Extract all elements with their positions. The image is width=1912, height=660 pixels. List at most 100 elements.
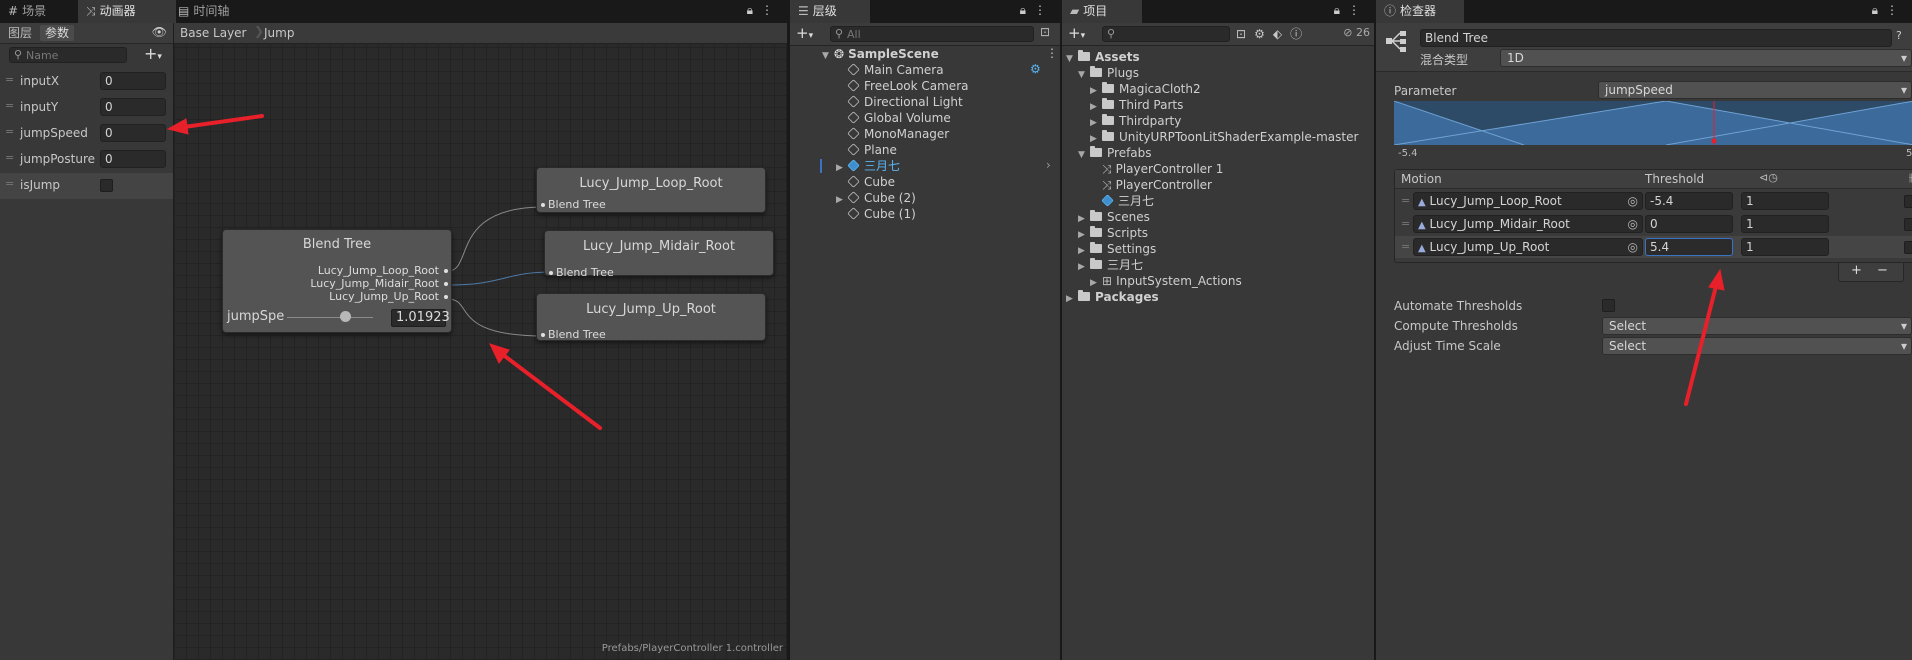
object-picker-icon[interactable]: ◎ (1628, 193, 1638, 209)
more-icon[interactable]: ⋮ (1348, 3, 1368, 17)
object-picker-icon[interactable]: ◎ (1628, 239, 1638, 255)
eye-icon[interactable]: 👁︎ (152, 25, 167, 39)
project-folder[interactable]: ▶ Third Parts (1090, 97, 1183, 113)
lock-icon[interactable]: 🔒︎ (1020, 3, 1034, 17)
blend-graph[interactable] (1394, 101, 1912, 145)
project-folder[interactable]: ▶ Packages (1066, 289, 1159, 305)
motion-object-field[interactable]: ▲ Lucy_Jump_Midair_Root ◎ (1413, 215, 1643, 233)
object-picker-icon[interactable]: ◎ (1628, 216, 1638, 232)
project-search-input[interactable] (1102, 26, 1230, 42)
project-folder[interactable]: ▶ Thirdparty (1090, 113, 1181, 129)
motion-node[interactable]: Lucy_Jump_Midair_Root Blend Tree (544, 230, 774, 279)
project-asset[interactable]: ⤨ PlayerController 1 (1102, 161, 1223, 177)
port-dot[interactable] (541, 333, 545, 337)
threshold-field[interactable]: -5.4 (1645, 192, 1733, 210)
add-parameter-button[interactable]: +▾ (144, 44, 162, 63)
remove-motion-button[interactable]: − (1877, 263, 1888, 278)
port-dot[interactable] (444, 282, 448, 286)
tab-inspector[interactable]: ⓘ 检查器 (1376, 0, 1464, 23)
search-options-icon[interactable]: ⊡ (1040, 25, 1050, 39)
drag-handle-icon[interactable]: = (5, 125, 14, 138)
tab-scene[interactable]: # 场景 (0, 0, 80, 23)
node-param-value[interactable]: 1.01923 (391, 309, 450, 327)
port-dot[interactable] (444, 295, 448, 299)
hierarchy-item[interactable]: FreeLook Camera (847, 78, 968, 94)
tab-hierarchy[interactable]: ☰ 层级 (790, 0, 870, 23)
drag-handle-icon[interactable]: = (1401, 240, 1410, 253)
project-folder[interactable]: ▼ Prefabs (1078, 145, 1152, 161)
object-name-field[interactable]: Blend Tree (1420, 29, 1892, 47)
time-scale-field[interactable]: 1 (1741, 192, 1829, 210)
port-dot[interactable] (549, 271, 553, 275)
drag-handle-icon[interactable]: = (5, 151, 14, 164)
threshold-field[interactable]: 0 (1645, 215, 1733, 233)
slider-handle[interactable] (340, 311, 351, 322)
project-folder[interactable]: ▼ Plugs (1078, 65, 1139, 81)
time-scale-field[interactable]: 1 (1741, 238, 1829, 256)
hierarchy-item[interactable]: Main Camera (847, 62, 944, 78)
project-asset[interactable]: ⤨ PlayerController (1102, 177, 1212, 193)
subtab-layers[interactable]: 图层 (4, 23, 36, 43)
project-folder[interactable]: ▶ MagicaCloth2 (1090, 81, 1201, 97)
parameter-value-field[interactable]: 0 (100, 98, 166, 116)
hierarchy-item[interactable]: Directional Light (847, 94, 963, 110)
more-icon[interactable]: ⋮ (1034, 3, 1054, 17)
parameter-value-field[interactable]: 0 (100, 72, 166, 90)
drag-handle-icon[interactable]: = (5, 73, 14, 86)
project-folder[interactable]: ▶ 三月七 (1078, 257, 1143, 273)
scene-row[interactable]: ▼ ❂ SampleScene (822, 46, 939, 62)
create-button[interactable]: +▾ (1068, 24, 1085, 42)
project-folder[interactable]: ▶ Scenes (1078, 209, 1150, 225)
hierarchy-item[interactable]: Plane (847, 142, 897, 158)
parameter-value-field[interactable]: 0 (100, 150, 166, 168)
parameter-bool-checkbox[interactable] (100, 179, 113, 192)
hierarchy-item[interactable]: Cube (1) (847, 206, 916, 222)
info-icon[interactable]: ⓘ (1290, 27, 1310, 41)
parameter-search-input[interactable]: Name (9, 47, 127, 63)
drag-handle-icon[interactable]: = (5, 177, 14, 190)
lock-icon[interactable]: 🔒︎ (1872, 3, 1886, 17)
automate-thresholds-checkbox[interactable] (1602, 299, 1615, 312)
lock-icon[interactable]: 🔒︎ (1334, 3, 1348, 17)
parameter-value-field[interactable]: 0 (100, 124, 166, 142)
hierarchy-item[interactable]: MonoManager (847, 126, 949, 142)
hierarchy-search-input[interactable]: All (830, 26, 1034, 42)
parameter-dropdown[interactable]: jumpSpeed (1598, 81, 1912, 99)
hierarchy-item-prefab[interactable]: ▶ 三月七 (836, 158, 900, 174)
time-scale-field[interactable]: 1 (1741, 215, 1829, 233)
more-icon[interactable]: ⋮ (1886, 3, 1906, 17)
mirror-checkbox[interactable] (1904, 241, 1912, 254)
mirror-checkbox[interactable] (1904, 218, 1912, 231)
drag-handle-icon[interactable]: = (1401, 217, 1410, 230)
drag-handle-icon[interactable]: = (5, 99, 14, 112)
project-asset[interactable]: 三月七 (1101, 193, 1154, 209)
project-folder[interactable]: ▶ Settings (1078, 241, 1156, 257)
hierarchy-item[interactable]: Cube (847, 174, 895, 190)
more-icon[interactable]: ⋮ (761, 3, 781, 17)
motion-object-field[interactable]: ▲ Lucy_Jump_Loop_Root ◎ (1413, 192, 1643, 210)
port-dot[interactable] (541, 203, 545, 207)
search-scope-icon[interactable]: ⊡ (1236, 27, 1254, 41)
compute-thresholds-dropdown[interactable]: Select (1602, 317, 1912, 335)
blend-tree-node[interactable]: Blend Tree Lucy_Jump_Loop_Root Lucy_Jump… (222, 229, 452, 333)
project-folder[interactable]: ▶ Scripts (1078, 225, 1148, 241)
threshold-field-active[interactable]: 5.4 (1645, 238, 1733, 256)
tab-project[interactable]: ▰ 项目 (1062, 0, 1142, 23)
tab-timeline[interactable]: ▤ 时间轴 (170, 0, 258, 23)
hidden-packages-badge[interactable]: ⊘ 26 (1343, 26, 1370, 39)
project-folder[interactable]: ▼ Assets (1066, 49, 1140, 65)
drag-handle-icon[interactable]: = (1401, 194, 1410, 207)
chevron-right-icon[interactable]: › (1046, 158, 1051, 172)
blend-type-dropdown[interactable]: 1D (1500, 49, 1912, 67)
motion-object-field[interactable]: ▲ Lucy_Jump_Up_Root ◎ (1413, 238, 1643, 256)
port-dot[interactable] (444, 269, 448, 273)
hierarchy-item[interactable]: Global Volume (847, 110, 951, 126)
subtab-parameters[interactable]: 参数 (40, 25, 74, 41)
label-icon[interactable]: ⬖ (1273, 27, 1290, 41)
animator-graph[interactable]: Base Layer ❯ Jump Blend Tree Lucy_Jump_L… (174, 23, 787, 660)
node-param-slider[interactable] (287, 317, 373, 318)
motion-node[interactable]: Lucy_Jump_Loop_Root Blend Tree (536, 167, 766, 213)
project-folder[interactable]: ▶ UnityURPToonLitShaderExample-master (1090, 129, 1358, 145)
add-motion-button[interactable]: + (1851, 263, 1862, 278)
filter-type-icon[interactable]: ⚙ (1254, 27, 1273, 41)
